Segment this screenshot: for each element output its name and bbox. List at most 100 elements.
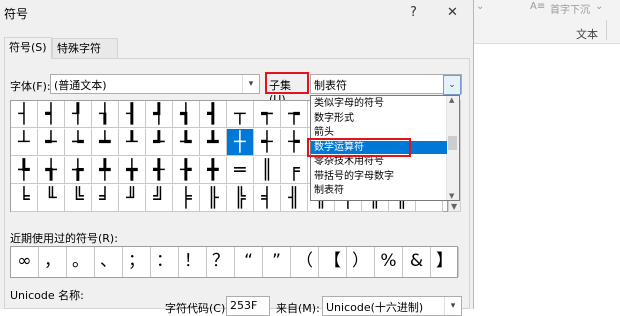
symbol-cell[interactable]: ┴ [11,129,38,156]
symbol-cell[interactable]: ╇ [92,157,119,184]
recent-label: 近期使用过的符号(R): [10,232,118,245]
recent-symbol-cell[interactable]: ∞ [11,247,39,277]
symbol-cell[interactable]: ╅ [38,157,65,184]
scroll-down-arrow-icon[interactable]: ▼ [451,202,457,211]
symbol-cell[interactable]: ┨ [119,101,146,128]
symbol-cell[interactable]: ╠ [227,185,254,212]
font-label: 字体(F): [10,80,51,93]
symbol-cell[interactable]: ┷ [92,129,119,156]
symbol-cell[interactable]: ┵ [38,129,65,156]
recent-symbol-cell[interactable]: ？ [207,247,235,277]
symbol-cell[interactable]: ┶ [65,129,92,156]
recent-symbol-cell[interactable]: ” [263,247,291,277]
from-combo[interactable]: Unicode(十六进制) ▾ [322,296,462,316]
symbol-cell[interactable]: ║ [254,157,281,184]
help-button[interactable]: ? [410,5,417,20]
subset-list-item[interactable]: 带括号的字母数字 [311,170,447,183]
recent-symbol-cell[interactable]: ； [123,247,151,277]
recent-symbol-cell[interactable]: （ [291,247,319,277]
symbol-cell[interactable]: ┻ [200,129,227,156]
recent-symbol-cell[interactable]: 。 [67,247,95,277]
dialog-title: 符号 [4,7,29,21]
symbol-cell[interactable]: ┥ [38,101,65,128]
symbol-cell[interactable]: ╉ [146,157,173,184]
subset-list-scrollbar[interactable]: ▲ ▼ [446,96,459,200]
unicode-name-label: Unicode 名称: [10,289,84,302]
tab-special-characters[interactable]: 特殊字符(P) [52,38,118,75]
recent-symbol-cell[interactable]: ： [151,247,179,277]
subset-list-item[interactable]: 零杂技术用符号 [311,155,447,168]
ribbon-divider [606,20,607,40]
symbol-cell[interactable]: ┦ [65,101,92,128]
ribbon-group-label: 文本 [576,28,598,41]
subset-item-highlight [307,137,411,157]
symbol-cell[interactable]: ╢ [281,185,308,212]
symbol-cell[interactable]: ┹ [146,129,173,156]
symbol-cell[interactable]: ┧ [92,101,119,128]
recent-symbol-cell[interactable]: % [375,247,403,277]
subset-list-item[interactable]: 数字形式 [311,112,447,125]
symbol-cell[interactable]: ╊ [173,157,200,184]
char-code-field[interactable]: 253F [226,296,270,316]
recent-symbol-cell[interactable]: ！ [179,247,207,277]
symbol-cell[interactable]: ┭ [254,101,281,128]
subset-list-item[interactable]: 类似字母的符号 [311,97,447,110]
symbol-cell[interactable]: ┪ [173,101,200,128]
dropcap-icon: A≡ [530,1,546,12]
recent-symbol-cell[interactable]: 、 [95,247,123,277]
subset-label-highlight: 子集(U) [265,72,309,106]
symbol-cell[interactable]: ┺ [173,129,200,156]
subset-value: 制表符 [314,79,347,92]
from-chevron-down-icon[interactable]: ▾ [444,297,461,315]
list-scroll-up-arrow-icon[interactable]: ▲ [449,96,454,104]
tab-symbols[interactable]: 符号(S) [4,37,52,59]
font-value: (普通文本) [54,79,107,92]
symbol-cell[interactable]: ╝ [146,185,173,212]
list-scroll-thumb[interactable] [448,136,457,150]
symbol-cell[interactable]: ╆ [65,157,92,184]
font-chevron-down-icon[interactable]: ▾ [242,75,259,93]
subset-list-item[interactable]: 制表符 [311,184,447,197]
symbol-cell[interactable]: ┾ [281,129,308,156]
recent-symbol-cell[interactable]: “ [235,247,263,277]
symbol-cell[interactable]: ╒ [281,157,308,184]
symbol-cell[interactable]: ╡ [254,185,281,212]
symbol-cell[interactable]: ┽ [254,129,281,156]
dropcap-label[interactable]: 首字下沉 [550,1,590,16]
close-button[interactable]: ✕ [447,5,458,20]
from-value: Unicode(十六进制) [326,301,424,314]
dropcap-chevron-icon[interactable]: ⌄ [595,1,603,12]
symbol-cell[interactable]: ┤ [11,101,38,128]
symbol-cell[interactable]: ┬ [227,101,254,128]
background-document [474,44,620,309]
symbol-cell[interactable]: ┮ [281,101,308,128]
ribbon-dropdown-arrow[interactable]: ⌄ [476,1,484,12]
subset-chevron-down-icon[interactable]: ⌄ [443,75,461,95]
symbol-cell[interactable]: ╈ [119,157,146,184]
symbol-cell[interactable]: ╟ [200,185,227,212]
subset-combo[interactable]: 制表符 ⌄ [310,74,462,95]
symbol-cell[interactable]: ┼ [227,129,254,156]
recent-symbol-cell[interactable]: ， [39,247,67,277]
symbol-cell[interactable]: ┫ [200,101,227,128]
symbol-cell[interactable]: ╙ [38,185,65,212]
recent-symbol-cell[interactable]: 】 [431,247,459,277]
symbol-cell[interactable]: ╘ [11,185,38,212]
symbol-cell[interactable]: ═ [227,157,254,184]
from-label: 来自(M): [276,302,320,315]
symbol-cell[interactable]: ╋ [200,157,227,184]
symbol-cell[interactable]: ┸ [119,129,146,156]
symbol-cell[interactable]: ╄ [11,157,38,184]
symbol-cell[interactable]: ╚ [65,185,92,212]
recent-symbol-cell[interactable]: 【 [319,247,347,277]
symbol-cell[interactable]: ╜ [119,185,146,212]
symbol-cell[interactable]: ┩ [146,101,173,128]
list-scroll-down-arrow-icon[interactable]: ▼ [449,192,454,200]
symbol-cell[interactable]: ╛ [92,185,119,212]
symbol-cell[interactable]: ╞ [173,185,200,212]
font-combo[interactable]: (普通文本) ▾ [50,74,260,94]
recent-symbols: ∞，。、；：！？ “” （【）% &】 [10,246,459,278]
recent-symbol-cell[interactable]: & [403,247,431,277]
recent-symbol-cell[interactable]: ） [347,247,375,277]
subset-dropdown-list: ▲ ▼ 类似字母的符号 数字形式 箭头 数学运算符 零杂技术用符号 带括号的字母数字 制表符 [307,95,460,201]
